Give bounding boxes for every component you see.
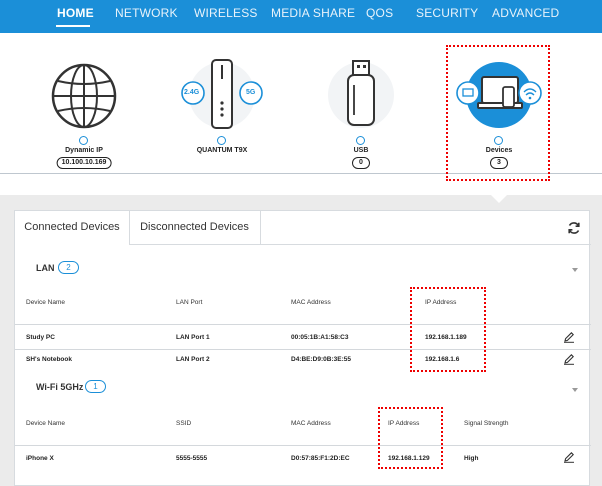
selected-node-pointer <box>490 194 508 203</box>
lan-row-1-mac: 00:05:1B:A1:58:C3 <box>291 334 349 341</box>
nav-qos[interactable]: QOS <box>366 6 393 20</box>
lan-count-badge: 2 <box>58 261 79 274</box>
lan-header-divider <box>15 324 591 325</box>
wifi-header-mac: MAC Address <box>291 420 331 427</box>
lan-row-2-mac: D4:BE:D9:0B:3E:55 <box>291 356 351 363</box>
device-tabs: Connected Devices Disconnected Devices <box>15 211 591 245</box>
wifi-header-ssid: SSID <box>176 420 192 427</box>
lan-row-2-name: SH's Notebook <box>26 356 72 363</box>
nav-home[interactable]: HOME <box>57 6 94 20</box>
wifi-header-signal: Signal Strength <box>464 420 509 427</box>
wifi-header-divider <box>15 445 591 446</box>
nav-advanced[interactable]: ADVANCED <box>492 6 559 20</box>
edit-pencil-icon[interactable] <box>563 451 575 463</box>
usb-node-dot <box>356 136 365 145</box>
band-24g-label: 2.4G <box>184 89 200 96</box>
internet-ip-pill: 10.100.10.169 <box>56 157 112 169</box>
wifi-collapse-chevron-icon[interactable] <box>572 387 578 393</box>
router-label: QUANTUM T9X <box>196 147 248 154</box>
lan-header-lan-port: LAN Port <box>176 299 203 306</box>
wifi-header-device-name: Device Name <box>26 420 66 427</box>
wifi-row-1-name: iPhone X <box>26 455 54 462</box>
lan-row-1-name: Study PC <box>26 334 55 341</box>
lan-collapse-chevron-icon[interactable] <box>572 267 578 273</box>
band-5g-label: 5G <box>246 89 256 96</box>
nav-media-share[interactable]: MEDIA SHARE <box>271 6 355 20</box>
wifi-row-1-mac: D0:57:85:F1:2D:EC <box>291 455 350 462</box>
lan-header-device-name: Device Name <box>26 299 66 306</box>
internet-node-dot <box>79 136 88 145</box>
edit-pencil-icon[interactable] <box>563 331 575 343</box>
usb-count-pill: 0 <box>352 157 370 169</box>
internet-label: Dynamic IP <box>65 147 103 154</box>
nav-security[interactable]: SECURITY <box>416 6 478 20</box>
lan-section-title: LAN <box>36 263 55 273</box>
devices-panel: Connected Devices Disconnected Devices L… <box>14 210 591 486</box>
wifi-ip-highlight-box <box>378 407 443 469</box>
tab-connected-devices[interactable]: Connected Devices <box>15 211 130 245</box>
wifi-count-badge: 1 <box>85 380 106 393</box>
router-node-dot <box>217 136 226 145</box>
lan-row-divider <box>15 349 591 350</box>
router-icon[interactable]: 2.4G 5G <box>180 55 264 136</box>
lan-row-2-port: LAN Port 2 <box>176 356 210 363</box>
top-nav: HOME NETWORK WIRELESS MEDIA SHARE QOS SE… <box>0 0 602 33</box>
wifi-row-1-ssid: 5555-5555 <box>176 455 208 462</box>
lan-row-1-port: LAN Port 1 <box>176 334 210 341</box>
internet-globe-icon[interactable] <box>51 63 117 134</box>
usb-icon[interactable] <box>328 55 394 136</box>
tab-disconnected-devices[interactable]: Disconnected Devices <box>129 211 261 244</box>
lan-header-mac: MAC Address <box>291 299 331 306</box>
devices-highlight-box <box>446 45 550 181</box>
wifi-section-title: Wi-Fi 5GHz <box>36 382 84 392</box>
refresh-icon[interactable] <box>567 221 581 235</box>
edit-pencil-icon[interactable] <box>563 353 575 365</box>
usb-label: USB <box>353 147 369 154</box>
nav-network[interactable]: NETWORK <box>115 6 178 20</box>
lan-ip-highlight-box <box>410 287 486 372</box>
wifi-row-1-signal: High <box>464 455 479 462</box>
nav-wireless[interactable]: WIRELESS <box>194 6 258 20</box>
nav-active-indicator <box>56 25 90 27</box>
